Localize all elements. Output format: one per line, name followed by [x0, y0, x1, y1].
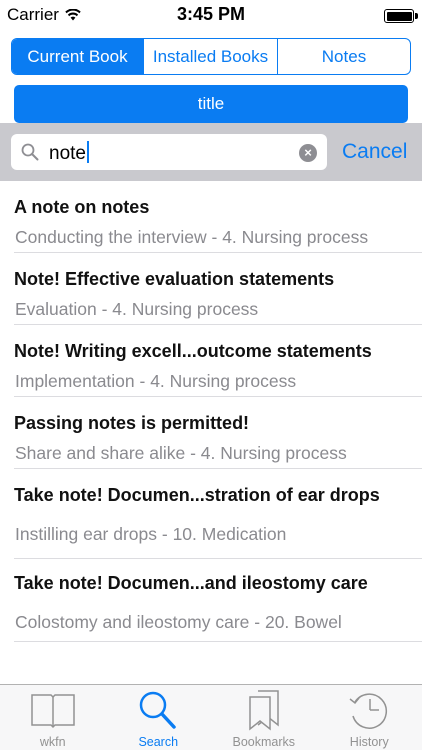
- status-bar: Carrier 3:45 PM: [0, 0, 422, 30]
- result-subtitle: Colostomy and ileostomy care - 20. Bowel: [15, 612, 342, 632]
- clear-search-icon[interactable]: ×: [299, 144, 317, 162]
- result-title: A note on notes: [14, 197, 150, 217]
- result-title: Take note! Documen...and ileostomy care: [14, 573, 368, 593]
- bookmarks-icon: [249, 690, 279, 731]
- search-input-value: note: [49, 141, 89, 165]
- text-caret: [86, 141, 89, 163]
- result-title: Take note! Documen...stration of ear dro…: [14, 485, 380, 505]
- tab-label: History: [349, 735, 389, 749]
- tab-label: Search: [138, 735, 179, 749]
- history-clock-icon: [349, 693, 388, 729]
- search-bar: note × Cancel: [0, 123, 422, 181]
- tab-search[interactable]: Search: [106, 685, 212, 750]
- result-row[interactable]: Take note! Documen...stration of ear dro…: [14, 469, 422, 559]
- result-subtitle: Instilling ear drops - 10. Medication: [15, 524, 287, 544]
- tab-bookmarks[interactable]: Bookmarks: [211, 685, 317, 750]
- search-icon: [140, 691, 176, 729]
- tab-label: Bookmarks: [232, 735, 296, 749]
- segment-current-book[interactable]: Current Book: [12, 39, 144, 74]
- result-subtitle: Share and share alike - 4. Nursing proce…: [15, 443, 347, 463]
- battery-icon: [384, 9, 418, 23]
- result-row[interactable]: Take note! Documen...and ileostomy care …: [14, 559, 422, 642]
- segment-notes[interactable]: Notes: [278, 39, 410, 74]
- result-subtitle: Implementation - 4. Nursing process: [15, 371, 297, 391]
- status-time: 3:45 PM: [176, 4, 246, 24]
- search-query-text: note: [49, 143, 86, 164]
- result-title: Note! Writing excell...outcome statement…: [14, 341, 372, 361]
- result-row[interactable]: A note on notes Conducting the interview…: [14, 181, 422, 253]
- result-row[interactable]: Note! Writing excell...outcome statement…: [14, 325, 422, 397]
- result-subtitle: Evaluation - 4. Nursing process: [15, 299, 259, 319]
- tab-wkfn[interactable]: wkfn: [0, 685, 106, 750]
- search-input[interactable]: note ×: [11, 134, 327, 170]
- book-icon: [31, 694, 75, 729]
- result-title: Passing notes is permitted!: [14, 413, 250, 433]
- search-results-list: A note on notes Conducting the interview…: [0, 181, 422, 642]
- tab-bar: wkfn Search Bookmarks History: [0, 684, 422, 750]
- tab-label: wkfn: [39, 735, 66, 749]
- tab-history[interactable]: History: [317, 685, 422, 750]
- result-row[interactable]: Passing notes is permitted! Share and sh…: [14, 397, 422, 469]
- segment-installed-books[interactable]: Installed Books: [144, 39, 278, 74]
- result-subtitle: Conducting the interview - 4. Nursing pr…: [15, 227, 369, 247]
- search-icon: [21, 143, 39, 161]
- title-button[interactable]: title: [14, 85, 408, 123]
- scope-segmented-control: Current Book Installed Books Notes: [11, 38, 411, 75]
- cancel-button[interactable]: Cancel: [342, 140, 407, 164]
- result-row[interactable]: Note! Effective evaluation statements Ev…: [14, 253, 422, 325]
- result-title: Note! Effective evaluation statements: [14, 269, 335, 289]
